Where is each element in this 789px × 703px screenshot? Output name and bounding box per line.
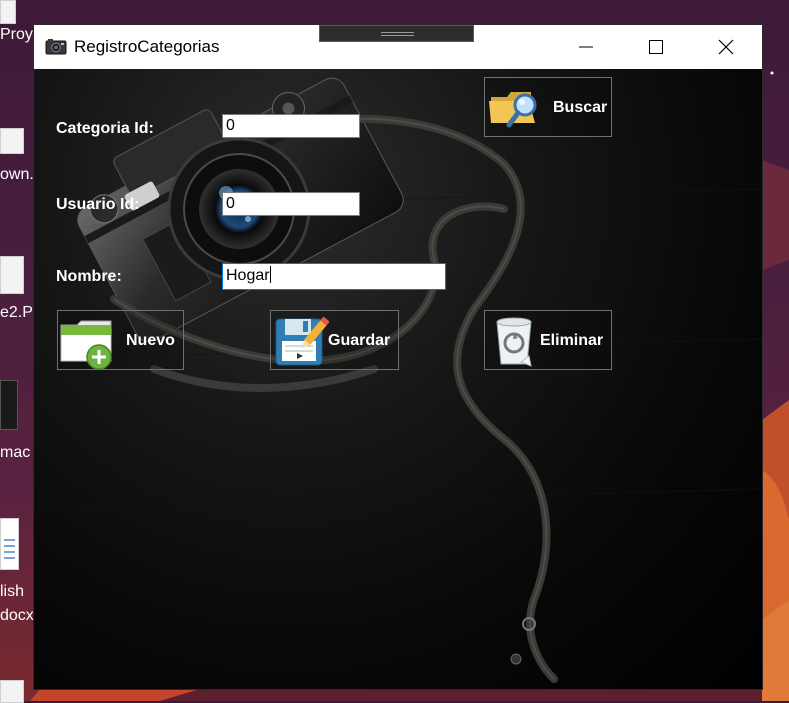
categoria-id-value: 0	[226, 117, 235, 134]
eliminar-button[interactable]: Eliminar	[484, 310, 612, 370]
folder-search-icon	[489, 92, 537, 128]
categoria-id-input[interactable]: 0	[222, 114, 360, 138]
guardar-button[interactable]: Guardar	[270, 310, 399, 370]
minimize-icon	[579, 46, 593, 48]
desktop-folder-icon[interactable]	[0, 380, 18, 430]
desktop-file-icon[interactable]	[0, 256, 24, 294]
desktop-file-icon[interactable]	[0, 680, 24, 703]
save-floppy-icon	[275, 316, 329, 366]
buscar-label: Buscar	[553, 99, 608, 116]
close-icon	[718, 39, 734, 55]
eliminar-label: Eliminar	[540, 332, 604, 349]
usuario-id-value: 0	[226, 195, 235, 212]
camera-background-image	[34, 77, 762, 683]
usuario-id-label: Usuario Id:	[56, 196, 140, 213]
camera-icon	[45, 39, 67, 55]
desktop-label-lish[interactable]: lish	[0, 583, 24, 601]
registro-categorias-window: RegistroCategorias Categoria Id: 0 Usuar…	[34, 25, 762, 689]
minimize-button[interactable]	[556, 25, 616, 69]
desktop-label-proy[interactable]: Proy	[0, 26, 33, 44]
desktop-file-icon[interactable]	[0, 128, 24, 154]
nombre-label: Nombre:	[56, 268, 122, 285]
usuario-id-input[interactable]: 0	[222, 192, 360, 216]
window-title: RegistroCategorias	[74, 37, 220, 56]
desktop-label-e2p[interactable]: e2.P	[0, 304, 33, 322]
maximize-button[interactable]	[626, 25, 686, 69]
desktop-label-downloads[interactable]: own..	[0, 166, 38, 184]
text-caret	[269, 266, 271, 283]
nuevo-label: Nuevo	[126, 332, 175, 349]
buscar-button[interactable]: Buscar	[484, 77, 612, 137]
maximize-icon	[649, 40, 663, 54]
desktop-label-mac[interactable]: mac	[0, 444, 30, 462]
new-folder-icon	[60, 320, 112, 369]
guardar-label: Guardar	[328, 332, 391, 349]
nombre-value: Hogar	[226, 267, 270, 284]
desktop-file-icon[interactable]	[0, 0, 16, 24]
nombre-input[interactable]: Hogar	[222, 263, 446, 290]
desktop-label-docx[interactable]: docx	[0, 607, 34, 625]
categoria-id-label: Categoria Id:	[56, 120, 154, 137]
desktop-document-icon[interactable]	[0, 518, 19, 570]
client-area: Categoria Id: 0 Usuario Id: 0 Nombre: Ho…	[34, 69, 762, 689]
nuevo-button[interactable]: Nuevo	[57, 310, 184, 370]
close-button[interactable]	[696, 25, 756, 69]
snap-layout-handle[interactable]	[319, 25, 474, 42]
title-bar[interactable]: RegistroCategorias	[34, 25, 762, 69]
recycle-bin-icon	[496, 317, 532, 367]
